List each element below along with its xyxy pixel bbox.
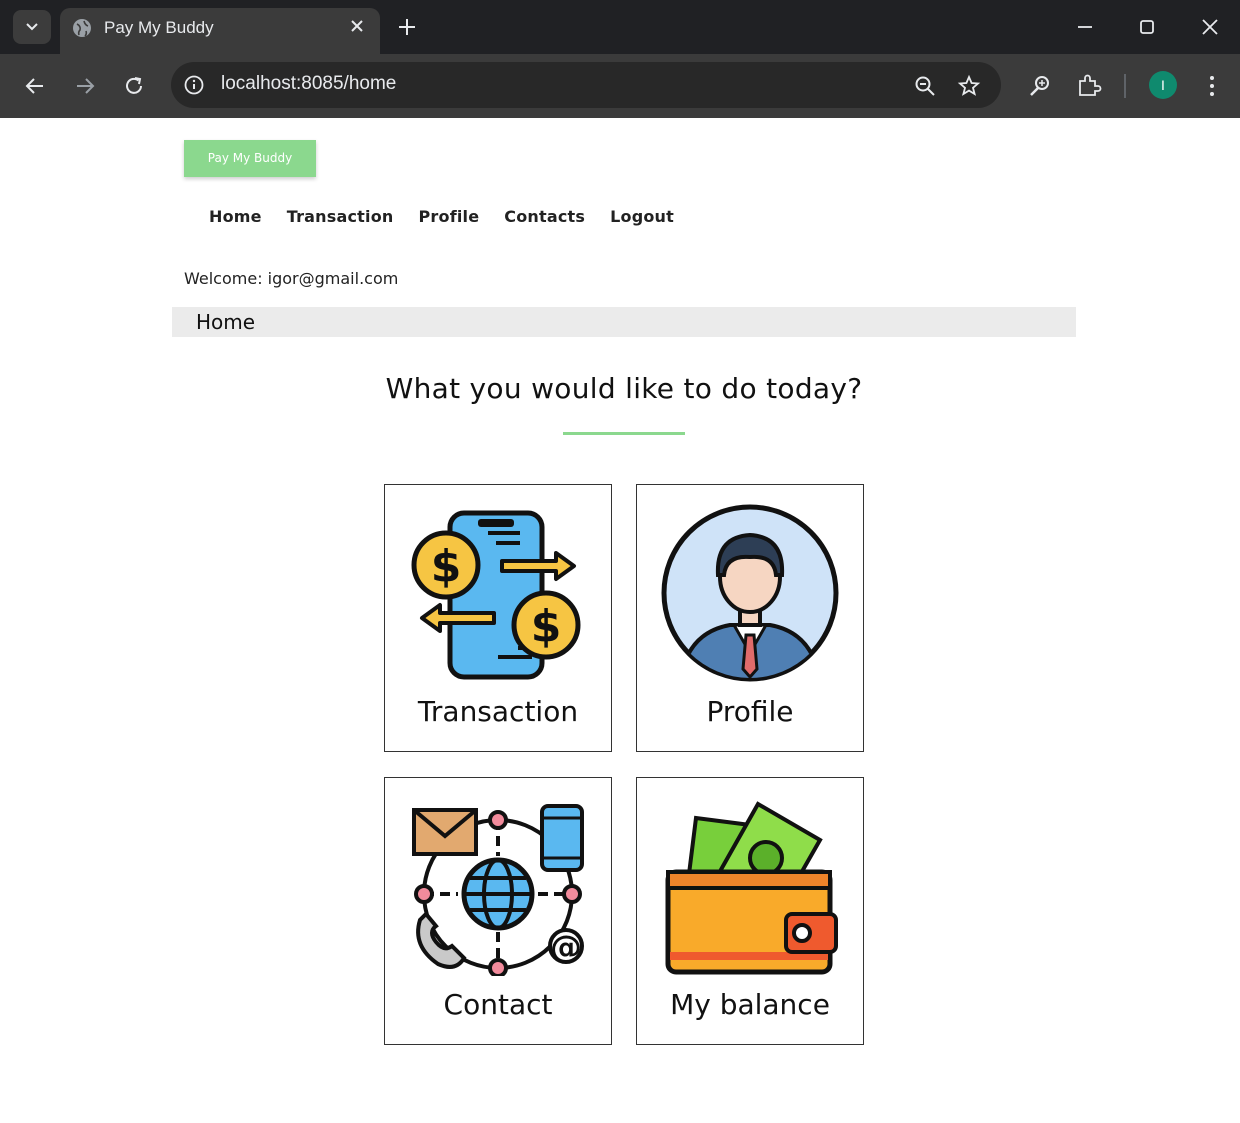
kebab-menu-icon[interactable] xyxy=(1202,72,1222,100)
card-label-transaction: Transaction xyxy=(417,695,579,728)
user-avatar-icon xyxy=(661,504,839,682)
nav-profile[interactable]: Profile xyxy=(418,207,479,226)
nav-contacts[interactable]: Contacts xyxy=(504,207,585,226)
card-label-profile: Profile xyxy=(706,695,794,728)
card-contact[interactable]: @ Contact xyxy=(384,777,612,1045)
forward-arrow-icon[interactable] xyxy=(71,72,99,100)
chevron-down-icon xyxy=(26,23,38,31)
puzzle-extensions-icon[interactable] xyxy=(1075,72,1103,100)
browser-tab[interactable]: Pay My Buddy xyxy=(60,8,380,54)
extension-search-icon[interactable] xyxy=(1027,72,1055,100)
page-heading: What you would like to do today? xyxy=(385,372,863,405)
minimize-icon[interactable] xyxy=(1072,14,1098,40)
tab-title: Pay My Buddy xyxy=(104,18,214,37)
phone-money-transfer-icon: $ $ xyxy=(411,510,581,680)
profile-avatar[interactable]: I xyxy=(1149,71,1177,99)
heading-underline xyxy=(563,432,685,435)
nav-home[interactable]: Home xyxy=(209,207,262,226)
browser-chrome: Pay My Buddy localhost:8085/home 59 I xyxy=(0,0,1240,153)
close-window-icon[interactable] xyxy=(1197,14,1223,40)
tab-search-button[interactable] xyxy=(13,10,51,44)
contact-network-icon: @ xyxy=(412,804,584,976)
browser-toolbar: localhost:8085/home 59 I xyxy=(0,54,1240,153)
card-label-contact: Contact xyxy=(443,988,553,1021)
main-nav: Home Transaction Profile Contacts Logout xyxy=(209,207,674,226)
new-tab-plus-icon[interactable] xyxy=(396,16,418,38)
address-bar[interactable]: localhost:8085/home xyxy=(171,62,1001,108)
toolbar-divider xyxy=(1124,74,1126,98)
globe-icon xyxy=(73,19,91,37)
breadcrumb: Home xyxy=(172,307,1076,337)
back-arrow-icon[interactable] xyxy=(21,72,49,100)
breadcrumb-current: Home xyxy=(196,310,256,334)
close-icon[interactable] xyxy=(348,17,366,35)
nav-transaction[interactable]: Transaction xyxy=(287,207,394,226)
svg-text:@: @ xyxy=(550,928,582,966)
card-transaction[interactable]: $ $ Transaction xyxy=(384,484,612,752)
page-content: Pay My Buddy Home Transaction Profile Co… xyxy=(4,118,1240,1123)
url-text: localhost:8085/home xyxy=(221,73,397,94)
brand-button[interactable]: Pay My Buddy xyxy=(184,140,316,177)
wallet-icon xyxy=(665,801,838,975)
site-info-icon[interactable] xyxy=(183,74,205,96)
zoom-icon[interactable] xyxy=(913,74,937,98)
card-balance[interactable]: My balance xyxy=(636,777,864,1045)
card-profile[interactable]: Profile xyxy=(636,484,864,752)
nav-logout[interactable]: Logout xyxy=(610,207,674,226)
reload-icon[interactable] xyxy=(120,72,148,100)
svg-text:$: $ xyxy=(431,541,462,592)
svg-text:$: $ xyxy=(531,601,562,652)
card-label-balance: My balance xyxy=(670,988,830,1021)
maximize-icon[interactable] xyxy=(1134,14,1160,40)
welcome-text: Welcome: igor@gmail.com xyxy=(184,269,399,288)
bookmark-star-icon[interactable] xyxy=(957,74,981,98)
tab-strip: Pay My Buddy xyxy=(0,0,1240,54)
